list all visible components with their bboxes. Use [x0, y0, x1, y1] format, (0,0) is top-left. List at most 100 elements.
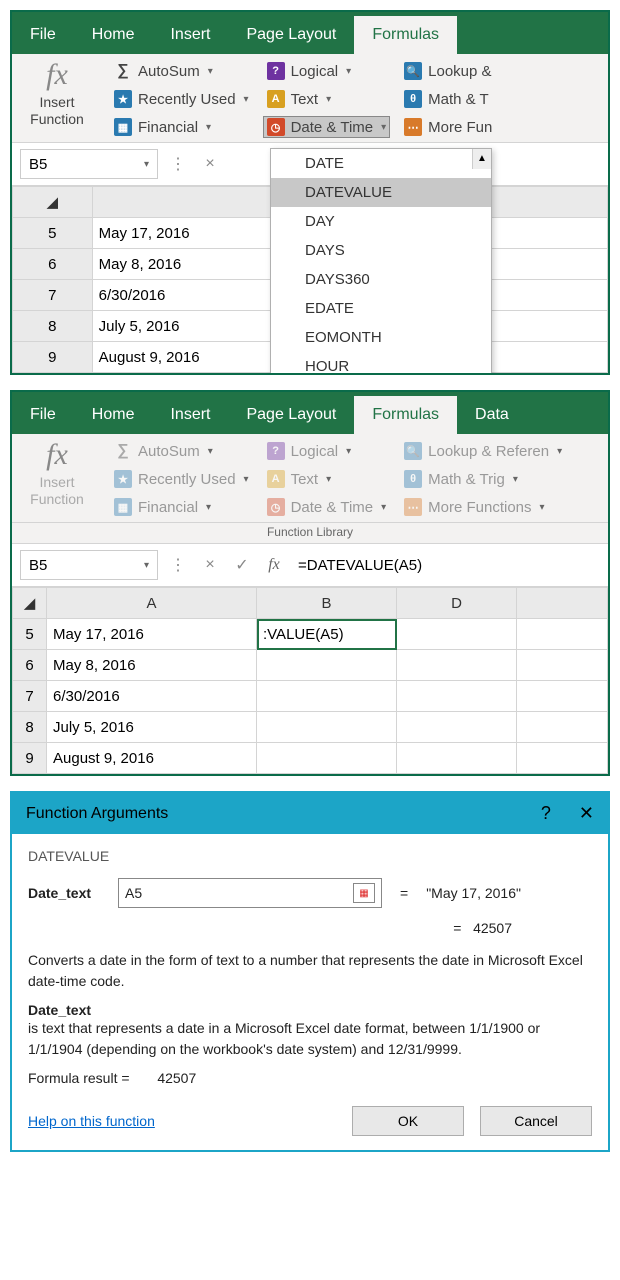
- row-header[interactable]: 5: [13, 218, 93, 249]
- more-functions-button[interactable]: ⋯More Fun: [400, 116, 496, 138]
- name-box[interactable]: B5 ▾: [20, 550, 158, 580]
- tab-insert[interactable]: Insert: [152, 396, 228, 434]
- dd-days360[interactable]: DAYS360: [271, 265, 491, 294]
- range-picker-icon[interactable]: ▦: [353, 883, 375, 903]
- dd-hour[interactable]: HOUR: [271, 352, 491, 375]
- formula-input[interactable]: [294, 553, 600, 578]
- row-header[interactable]: 6: [13, 650, 47, 681]
- cell[interactable]: [397, 712, 517, 743]
- datetime-button[interactable]: ◷Date & Time▾: [263, 496, 391, 518]
- cell-grid-2[interactable]: ◢ A B D 5May 17, 2016:VALUE(A5) 6May 8, …: [12, 587, 608, 774]
- select-all-corner[interactable]: ◢: [13, 588, 47, 619]
- cell[interactable]: 6/30/2016: [47, 681, 257, 712]
- dd-datevalue[interactable]: DATEVALUE: [271, 178, 491, 207]
- accept-edit-button[interactable]: ✓: [230, 555, 254, 575]
- lookup-icon: 🔍: [404, 442, 422, 460]
- lookup-button[interactable]: 🔍Lookup & Referen▾: [400, 440, 566, 462]
- help-icon[interactable]: ?: [541, 803, 551, 824]
- insert-function-button[interactable]: fx InsertFunction: [20, 440, 94, 508]
- autosum-button[interactable]: ∑AutoSum▾: [110, 440, 253, 462]
- cell[interactable]: July 5, 2016: [47, 712, 257, 743]
- col-header-b[interactable]: B: [257, 588, 397, 619]
- row-header[interactable]: 8: [13, 311, 93, 342]
- cell[interactable]: [257, 681, 397, 712]
- arg-input[interactable]: A5 ▦: [118, 878, 382, 908]
- cell[interactable]: [517, 619, 608, 650]
- tab-insert[interactable]: Insert: [152, 16, 228, 54]
- scroll-up-button[interactable]: ▲: [472, 149, 491, 169]
- close-icon[interactable]: ✕: [579, 803, 594, 824]
- tab-data[interactable]: Data: [457, 396, 527, 434]
- datetime-button[interactable]: ◷Date & Time▾: [263, 116, 391, 138]
- cell[interactable]: [517, 650, 608, 681]
- row-header[interactable]: 7: [13, 681, 47, 712]
- cancel-button[interactable]: Cancel: [480, 1106, 592, 1136]
- cell[interactable]: [517, 712, 608, 743]
- logical-button[interactable]: ?Logical▾: [263, 440, 391, 462]
- cell[interactable]: [397, 743, 517, 774]
- dd-date[interactable]: DATE: [271, 149, 491, 178]
- cancel-edit-button[interactable]: ×: [198, 556, 222, 574]
- recent-button[interactable]: ★Recently Used▾: [110, 88, 253, 110]
- more-functions-button[interactable]: ⋯More Functions▾: [400, 496, 566, 518]
- select-all-corner[interactable]: ◢: [13, 187, 93, 218]
- dd-eomonth[interactable]: EOMONTH: [271, 323, 491, 352]
- function-name-label: DATEVALUE: [28, 848, 592, 864]
- recent-button[interactable]: ★Recently Used▾: [110, 468, 253, 490]
- cell[interactable]: [257, 712, 397, 743]
- tab-home[interactable]: Home: [74, 16, 153, 54]
- lookup-button[interactable]: 🔍Lookup &: [400, 60, 496, 82]
- sigma-icon: ∑: [114, 62, 132, 80]
- cancel-edit-button[interactable]: ×: [198, 155, 222, 173]
- cell[interactable]: [397, 681, 517, 712]
- fx-icon[interactable]: fx: [262, 556, 286, 574]
- cell[interactable]: [397, 650, 517, 681]
- row-header[interactable]: 9: [13, 342, 93, 373]
- row-header[interactable]: 7: [13, 280, 93, 311]
- tab-file[interactable]: File: [12, 16, 74, 54]
- row-header[interactable]: 5: [13, 619, 47, 650]
- formula-result-value: 42507: [157, 1070, 196, 1086]
- col-header-d[interactable]: D: [397, 588, 517, 619]
- tab-home[interactable]: Home: [74, 396, 153, 434]
- tab-file[interactable]: File: [12, 396, 74, 434]
- insert-function-button[interactable]: fx InsertFunction: [20, 60, 94, 128]
- name-box[interactable]: B5 ▾: [20, 149, 158, 179]
- text-button[interactable]: AText▾: [263, 468, 391, 490]
- tab-formulas[interactable]: Formulas: [354, 396, 457, 434]
- help-link[interactable]: Help on this function: [28, 1113, 155, 1129]
- cell[interactable]: [257, 650, 397, 681]
- tab-pagelayout[interactable]: Page Layout: [228, 396, 354, 434]
- tab-formulas[interactable]: Formulas: [354, 16, 457, 54]
- dd-edate[interactable]: EDATE: [271, 294, 491, 323]
- cell[interactable]: [397, 619, 517, 650]
- col-header[interactable]: [517, 588, 608, 619]
- autosum-button[interactable]: ∑AutoSum▾: [110, 60, 253, 82]
- cell[interactable]: May 8, 2016: [47, 650, 257, 681]
- text-icon: A: [267, 470, 285, 488]
- dd-days[interactable]: DAYS: [271, 236, 491, 265]
- logical-button[interactable]: ?Logical▾: [263, 60, 391, 82]
- chevron-down-icon: ▾: [244, 474, 249, 485]
- math-button[interactable]: θMath & Trig▾: [400, 468, 566, 490]
- theta-icon: θ: [404, 470, 422, 488]
- dialog-title-bar[interactable]: Function Arguments ? ✕: [12, 793, 608, 834]
- chevron-down-icon: ▾: [540, 502, 545, 513]
- ok-button[interactable]: OK: [352, 1106, 464, 1136]
- cell[interactable]: [517, 743, 608, 774]
- tab-pagelayout[interactable]: Page Layout: [228, 16, 354, 54]
- row-header[interactable]: 6: [13, 249, 93, 280]
- cell[interactable]: [257, 743, 397, 774]
- dd-day[interactable]: DAY: [271, 207, 491, 236]
- financial-button[interactable]: ▦Financial▾: [110, 496, 253, 518]
- cell[interactable]: [517, 681, 608, 712]
- math-button[interactable]: θMath & T: [400, 88, 496, 110]
- col-header-a[interactable]: A: [47, 588, 257, 619]
- row-header[interactable]: 9: [13, 743, 47, 774]
- cell[interactable]: August 9, 2016: [47, 743, 257, 774]
- cell-selected[interactable]: :VALUE(A5): [257, 619, 397, 650]
- row-header[interactable]: 8: [13, 712, 47, 743]
- text-button[interactable]: AText▾: [263, 88, 391, 110]
- financial-button[interactable]: ▦Financial▾: [110, 116, 253, 138]
- cell[interactable]: May 17, 2016: [47, 619, 257, 650]
